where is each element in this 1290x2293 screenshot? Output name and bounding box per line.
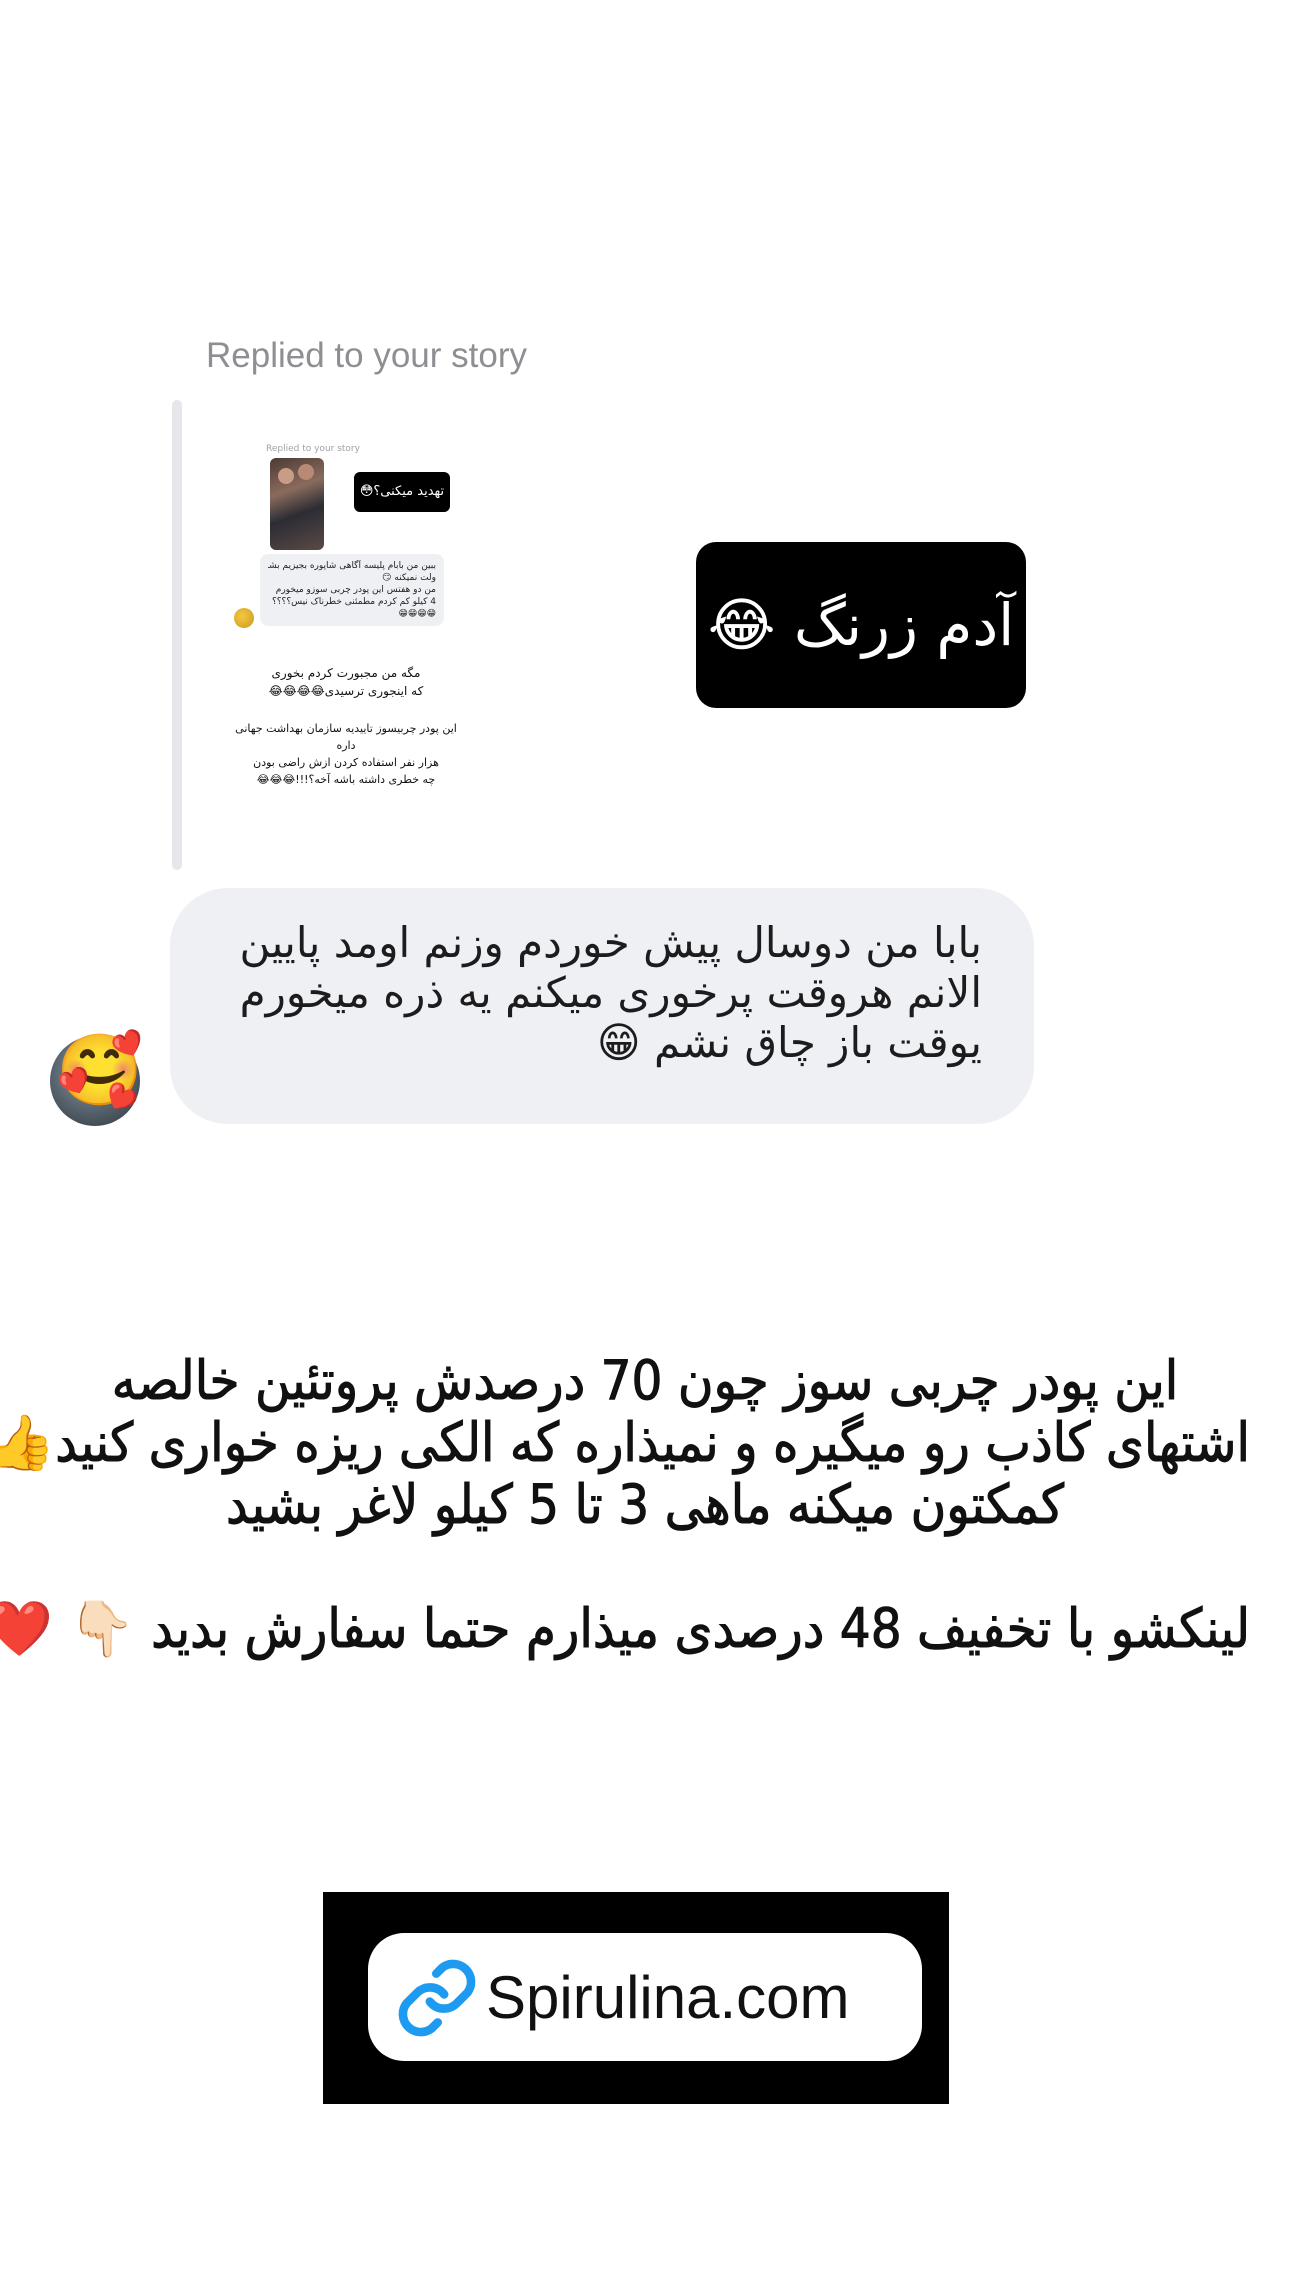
story-preview-text-line: که اینجوری ترسیدی😂😂😂😂: [268, 684, 424, 698]
story-preview-photo: [270, 458, 324, 550]
avatar-emoji-icon: 🥰: [56, 1029, 144, 1111]
story-preview-text-block-2: این پودر چربیسوز تاییدیه سازمان بهداشت ج…: [226, 720, 466, 788]
story-preview-avatar: [234, 608, 254, 628]
message-line: الانم هروقت پرخوری میکنم یه ذره میخورم: [239, 968, 982, 1017]
story-preview-bubble-line: ولت نمیکنه 😏: [382, 573, 436, 583]
story-preview-replied-label: Replied to your story: [266, 444, 360, 454]
caption-line: کمکتون میکنه ماهی 3 تا 5 کیلو لاغر بشید: [225, 1473, 1065, 1536]
story-preview-bubble: ببین من بابام پلیسه آگاهی شاپوره بجیزیم …: [260, 554, 444, 626]
story-preview-text-line: چه خطری داشته باشه آخه؟!!!😂😂😂: [256, 773, 436, 786]
quote-bar: [172, 400, 182, 870]
story-preview[interactable]: Replied to your story تهدید میکنی؟😳 ببین…: [226, 436, 466, 796]
link-icon: [398, 1959, 476, 2037]
story-preview-bubble-line: 4 کیلو کم کردم مطمئنی خطرناک نیس؟؟؟؟: [272, 597, 436, 607]
story-preview-text-line: هزار نفر استفاده کردن ازش راضی بودن: [253, 756, 439, 769]
caption-cta: لینکشو با تخفیف 48 درصدی میذارم حتما سفا…: [0, 1597, 1251, 1660]
story-preview-bubble-line: 😁😁😁😁: [398, 609, 436, 619]
replied-to-story-label: Replied to your story: [206, 336, 527, 375]
story-reply-label: آدم زرنگ 😂: [696, 542, 1026, 708]
message-line: بابا من دوسال پیش خوردم وزنم اومد پایین: [239, 918, 982, 967]
story-preview-text-line: مگه من مجبورت کردم بخوری: [271, 666, 421, 680]
link-sticker-text[interactable]: Spirulina.com: [486, 1960, 850, 2036]
message-bubble[interactable]: بابا من دوسال پیش خوردم وزنم اومد پایین …: [170, 888, 1034, 1124]
caption-line: اشتهای کاذب رو میگیره و نمیذاره که الکی …: [0, 1411, 1251, 1474]
caption-text: این پودر چربی سوز چون 70 درصدش پروتئین خ…: [0, 1349, 1251, 1660]
story-preview-text-block-1: مگه من مجبورت کردم بخوری که اینجوری ترسی…: [226, 664, 466, 700]
message-line: یوقت باز چاق نشم 😁: [596, 1018, 982, 1067]
story-preview-bubble-line: ببین من بابام پلیسه آگاهی شاپوره بجیزیم …: [268, 561, 436, 571]
story-preview-bubble-line: من دو هفتس این پودر چربی سوزو میخورم: [275, 585, 436, 595]
story-preview-badge: تهدید میکنی؟😳: [354, 472, 450, 512]
caption-line: این پودر چربی سوز چون 70 درصدش پروتئین خ…: [111, 1349, 1179, 1412]
story-preview-text-line: این پودر چربیسوز تاییدیه سازمان بهداشت ج…: [235, 722, 457, 752]
